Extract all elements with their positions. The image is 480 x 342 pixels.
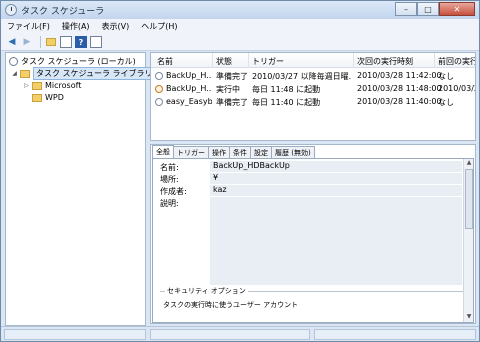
task-list-header: 名前 状態 トリガー 次回の実行時刻 前回の実行 (151, 53, 475, 68)
toolbar-separator (40, 36, 41, 48)
column-header-trigger[interactable]: トリガー (252, 56, 284, 67)
table-row[interactable]: BackUp_H... 準備完了 2010/03/27 以降毎週日曜... 20… (151, 70, 475, 82)
task-trigger: 2010/03/27 以降毎週日曜... (252, 72, 351, 81)
tab-actions[interactable]: 操作 (208, 146, 230, 158)
task-status: 実行中 (216, 85, 240, 94)
task-next-run: 2010/03/28 11:42:00 (357, 71, 442, 80)
tab-history[interactable]: 履歴 (無効) (271, 146, 315, 158)
security-options-title: セキュリティ オプション (165, 286, 248, 296)
table-row[interactable]: BackUp_H... 実行中 毎日 11:48 に起動 2010/03/28 … (151, 83, 475, 95)
tree-item-label: タスク スケジューラ ライブラリ (33, 67, 156, 80)
menu-view[interactable]: 表示(V) (102, 21, 130, 32)
window-controls: – □ ✕ (395, 2, 475, 16)
author-label: 作成者: (160, 187, 187, 196)
menu-bar: ファイル(F) 操作(A) 表示(V) ヘルプ(H) (1, 19, 479, 34)
tree-item-label: WPD (45, 93, 64, 102)
expand-arrow-icon[interactable]: ▷ (23, 82, 30, 89)
navigation-tree: タスク スケジューラ (ローカル) ◢ タスク スケジューラ ライブラリ ▷ M… (5, 52, 156, 326)
task-last-run: なし (438, 72, 454, 81)
tree-item-wpd[interactable]: WPD (32, 92, 64, 103)
tab-triggers[interactable]: トリガー (173, 146, 209, 158)
security-account-label: タスクの実行時に使うユーザー アカウント (163, 301, 299, 309)
task-status: 準備完了 (216, 98, 248, 107)
task-name: BackUp_H... (166, 71, 212, 80)
location-label: 場所: (160, 175, 179, 184)
forward-arrow-icon[interactable]: ▶ (21, 36, 33, 48)
scrollbar-thumb[interactable] (465, 169, 473, 229)
column-divider[interactable] (434, 53, 435, 68)
tab-settings[interactable]: 設定 (250, 146, 272, 158)
column-header-status[interactable]: 状態 (216, 56, 232, 67)
task-trigger: 毎日 11:40 に起動 (252, 98, 321, 107)
maximize-icon: □ (424, 4, 432, 14)
tree-item-root[interactable]: タスク スケジューラ (ローカル) (9, 56, 136, 67)
author-value: kaz (210, 185, 462, 196)
column-header-next-run[interactable]: 次回の実行時刻 (357, 56, 413, 67)
task-list: 名前 状態 トリガー 次回の実行時刻 前回の実行 BackUp_H... 準備完… (150, 52, 476, 141)
help-icon[interactable]: ? (75, 36, 87, 48)
back-arrow-icon[interactable]: ◀ (6, 36, 18, 48)
close-icon: ✕ (453, 4, 461, 14)
folder-icon (32, 81, 42, 90)
status-bar (1, 326, 479, 341)
minimize-button[interactable]: – (395, 2, 417, 16)
title-bar: タスク スケジューラ – □ ✕ (1, 1, 479, 19)
task-status: 準備完了 (216, 72, 248, 81)
column-divider[interactable] (353, 53, 354, 68)
tab-general[interactable]: 全般 (152, 145, 174, 158)
show-hide-pane-icon[interactable] (60, 36, 72, 48)
details-tabs: 全般 トリガー 操作 条件 設定 履歴 (無効) (152, 145, 315, 158)
name-value: BackUp_HDBackUp (210, 161, 462, 172)
up-folder-icon[interactable] (45, 36, 57, 48)
menu-help[interactable]: ヘルプ(H) (141, 21, 177, 32)
task-running-icon (155, 85, 163, 93)
location-value: ¥ (210, 173, 462, 184)
description-field (210, 197, 462, 285)
details-scrollbar[interactable]: ▲ ▼ (463, 159, 473, 322)
scroll-up-arrow-icon[interactable]: ▲ (464, 159, 474, 168)
task-last-run: なし (438, 98, 454, 107)
name-label: 名前: (160, 163, 179, 172)
maximize-button[interactable]: □ (417, 2, 439, 16)
menu-action[interactable]: 操作(A) (62, 21, 90, 32)
menu-file[interactable]: ファイル(F) (7, 21, 50, 32)
tree-item-label: タスク スケジューラ (ローカル) (21, 57, 136, 66)
clock-icon (9, 57, 18, 66)
tab-conditions[interactable]: 条件 (229, 146, 251, 158)
task-details-pane: 全般 トリガー 操作 条件 設定 履歴 (無効) 名前: BackUp_HDBa… (150, 144, 476, 324)
task-ready-icon (155, 72, 163, 80)
collapse-arrow-icon[interactable]: ◢ (11, 70, 18, 77)
table-row[interactable]: easy_Easyb 準備完了 毎日 11:40 に起動 2010/03/28 … (151, 96, 475, 108)
window-title: タスク スケジューラ (21, 7, 105, 17)
task-trigger: 毎日 11:48 に起動 (252, 85, 321, 94)
clock-icon (5, 4, 17, 16)
security-options-group: セキュリティ オプション タスクの実行時に使うユーザー アカウント (160, 286, 463, 321)
status-segment (4, 329, 146, 340)
column-header-name[interactable]: 名前 (157, 56, 173, 67)
minimize-icon: – (404, 4, 408, 14)
column-divider[interactable] (212, 53, 213, 68)
folder-icon (32, 93, 42, 102)
task-last-run: 2010/03/28 (438, 84, 475, 93)
status-segment (150, 329, 310, 340)
task-name: easy_Easyb (166, 97, 212, 106)
close-button[interactable]: ✕ (439, 2, 475, 16)
task-ready-icon (155, 98, 163, 106)
scroll-down-arrow-icon[interactable]: ▼ (464, 313, 474, 322)
description-label: 説明: (160, 199, 179, 208)
toolbar: ◀ ▶ ? (1, 34, 479, 51)
tree-item-microsoft[interactable]: ▷ Microsoft (23, 80, 81, 91)
general-tab-panel: 名前: BackUp_HDBackUp 場所: ¥ 作成者: kaz 説明: セ… (152, 158, 474, 323)
column-divider[interactable] (248, 53, 249, 68)
task-next-run: 2010/03/28 11:40:00 (357, 97, 442, 106)
folder-icon (20, 69, 30, 78)
task-next-run: 2010/03/28 11:48:00 (357, 84, 442, 93)
column-header-last-run[interactable]: 前回の実行 (438, 56, 475, 67)
action-pane-icon[interactable] (90, 36, 102, 48)
tree-item-library[interactable]: ◢ タスク スケジューラ ライブラリ (11, 67, 156, 80)
tree-item-label: Microsoft (45, 81, 82, 90)
task-name: BackUp_H... (166, 84, 212, 93)
status-segment (314, 329, 476, 340)
task-scheduler-window: タスク スケジューラ – □ ✕ ファイル(F) 操作(A) 表示(V) ヘルプ… (0, 0, 480, 342)
